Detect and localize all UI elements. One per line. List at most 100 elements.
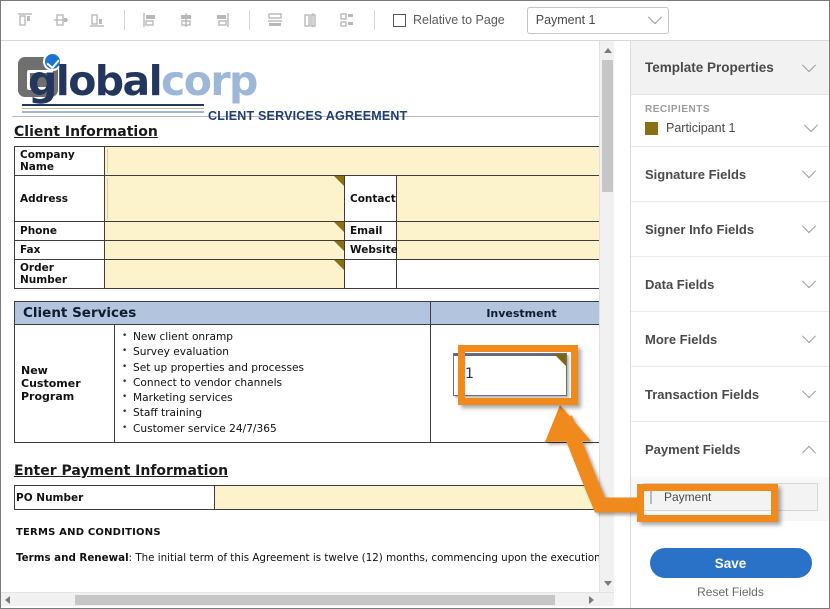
sidebar-section-data-fields[interactable]: Data Fields [631,257,830,312]
list-item: Connect to vendor channels [122,375,424,391]
logo-wordmark: globalcorp [28,54,258,108]
recipients-block: RECIPIENTS Participant 1 [631,95,830,147]
page-select-value: Payment 1 [535,13,596,27]
match-size-icon[interactable] [330,5,364,35]
align-right-icon[interactable] [205,5,239,35]
table-row: PO Number [14,485,612,510]
sidebar-section-payment-fields[interactable]: Payment Fields [631,422,830,477]
email-field[interactable] [395,221,614,241]
relative-to-page-checkbox[interactable]: Relative to Page [393,13,505,27]
payment-fields-list: Payment [631,477,830,521]
align-middle-icon[interactable] [44,5,78,35]
fax-field[interactable] [104,240,345,260]
contact-field[interactable] [395,175,614,222]
sidebar-section-transaction-fields[interactable]: Transaction Fields [631,367,830,422]
chevron-down-icon [801,219,817,234]
list-item: Staff training [122,405,424,421]
chevron-down-icon [801,329,817,344]
program-name: New Customer Program [14,324,115,443]
po-number-field[interactable] [214,485,612,510]
save-button[interactable]: Save [649,548,812,578]
document-page: globalcorp CLIENT SERVICES AGREEMENT Cli… [0,41,614,565]
logo-text-light: corp [161,57,258,105]
recipients-label: RECIPIENTS [645,104,711,115]
investment-header: Investment [430,301,613,325]
terms-text: : The initial term of this Agreement is … [128,552,614,564]
address-field[interactable] [104,175,345,222]
sidebar-section-label: More Fields [645,331,718,347]
website-field[interactable] [395,240,614,260]
investment-payment-field[interactable]: 1 [453,353,567,396]
list-item: Survey evaluation [122,344,424,360]
chevron-up-icon [801,445,817,460]
chevron-down-icon [801,274,817,289]
sidebar-section-label: Data Fields [645,276,715,292]
sidebar-footer: Save Reset Fields [631,548,830,599]
sidebar-section-label: Signature Fields [645,166,747,182]
chevron-down-icon [801,57,817,72]
list-item: New client onramp [122,329,424,345]
recipient-name: Participant 1 [666,121,736,135]
order-number-label: Order Number [14,259,105,289]
list-item: Set up properties and processes [122,360,424,376]
sidebar-section-label: Payment Fields [645,442,741,457]
sidebar-section-label: Signer Info Fields [645,221,755,237]
scroll-left-icon[interactable] [0,593,14,607]
phone-field[interactable] [104,221,345,241]
template-properties-sidebar: Template Properties RECIPIENTS Participa… [630,41,830,609]
sidebar-section-more-fields[interactable]: More Fields [631,312,830,367]
table-row: Phone Email [14,221,614,241]
sidebar-section-label: Transaction Fields [645,386,760,402]
sidebar-title: Template Properties [645,60,774,75]
toolbar-divider-3 [374,10,375,30]
align-center-icon[interactable] [169,5,203,35]
services-list: New client onramp Survey evaluation Set … [114,324,431,443]
table-row: Address Contact [14,175,614,222]
align-left-icon[interactable] [133,5,167,35]
order-number-field[interactable] [104,259,345,289]
phone-label: Phone [14,221,105,241]
align-bottom-icon[interactable] [80,5,114,35]
table-row: Company Name [14,146,614,176]
table-row: New Customer Program New client onramp S… [14,324,613,443]
scroll-down-icon[interactable] [600,576,614,591]
payment-field-chip[interactable]: Payment [643,483,818,511]
sidebar-header-template-properties[interactable]: Template Properties [631,41,830,95]
document-preview-pane[interactable]: globalcorp CLIENT SERVICES AGREEMENT Cli… [0,41,614,609]
alignment-toolbar: Relative to Page Payment 1 [0,0,830,41]
chevron-down-icon [647,10,662,25]
company-name-field[interactable] [103,146,614,176]
list-item: Marketing services [122,390,424,406]
scroll-up-icon[interactable] [600,43,614,58]
company-name-label: Company Name [14,146,105,176]
recipient-color-swatch [645,121,658,135]
table-row: Fax Website [14,240,614,260]
globalcorp-logo: globalcorp [14,52,258,114]
distribute-horizontal-icon[interactable] [294,5,328,35]
relative-to-page-label: Relative to Page [413,13,505,27]
reset-fields-link[interactable]: Reset Fields [631,585,830,599]
sidebar-section-signature-fields[interactable]: Signature Fields [631,147,830,202]
terms-lead: Terms and Renewal [16,552,129,564]
investment-field-value: 1 [465,366,474,382]
toolbar-divider-1 [124,10,125,30]
page-select[interactable]: Payment 1 [526,6,669,34]
recipient-participant-1[interactable]: Participant 1 [645,118,819,135]
relative-to-page-checkbox-box[interactable] [393,13,406,27]
scroll-right-icon[interactable] [584,593,598,607]
po-number-label: PO Number [14,485,215,510]
chevron-down-icon [801,164,817,179]
list-item: Customer service 24/7/365 [122,420,424,437]
payment-information-table: PO Number [14,485,612,510]
distribute-vertical-icon[interactable] [258,5,292,35]
align-top-icon[interactable] [8,5,42,35]
horizontal-scroll-thumb[interactable] [75,595,555,605]
contact-label: Contact [344,175,397,222]
terms-and-conditions-heading: TERMS AND CONDITIONS [16,527,161,538]
client-services-header: Client Services [14,301,431,325]
document-horizontal-scrollbar[interactable] [0,592,614,606]
sidebar-section-signer-info-fields[interactable]: Signer Info Fields [631,202,830,257]
client-information-table: Company Name Address Contact Phone Email… [14,146,614,289]
document-vertical-scrollbar[interactable] [599,41,614,593]
vertical-scroll-thumb[interactable] [602,60,613,192]
